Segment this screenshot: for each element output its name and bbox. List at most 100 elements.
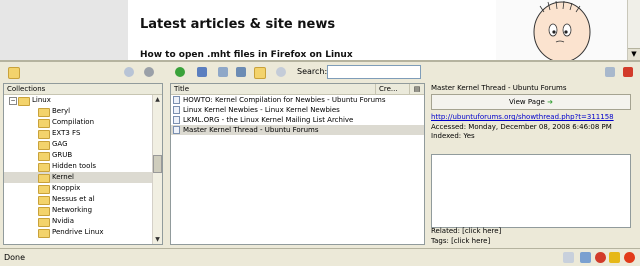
- scroll-up-icon[interactable]: ▲: [153, 95, 162, 104]
- status-bar: Done: [0, 248, 640, 266]
- collection-item-label: Kernel: [52, 173, 74, 181]
- collections-pane: Collections − Linux Beryl Compilation EXT3 F…: [3, 83, 163, 245]
- collection-item[interactable]: Nvidia: [4, 216, 162, 227]
- document-icon: [173, 96, 180, 104]
- detail-title: Master Kernel Thread - Ubuntu Forums: [431, 84, 567, 92]
- collections-header[interactable]: Collections: [4, 84, 162, 95]
- article-title: LKML.ORG - the Linux Kernel Mailing List…: [183, 116, 354, 124]
- collection-item[interactable]: GAG: [4, 139, 162, 150]
- collection-item-label: Linux: [32, 96, 51, 104]
- save-icon[interactable]: [195, 65, 209, 79]
- folder-icon: [38, 152, 50, 161]
- minimize-panel-icon[interactable]: [603, 65, 617, 79]
- collection-item-label: Knoppix: [52, 184, 81, 192]
- folder-icon: [38, 130, 50, 139]
- folder-icon: [38, 229, 50, 238]
- folder-open-icon[interactable]: [252, 65, 266, 79]
- tags-link[interactable]: Tags: [click here]: [431, 237, 490, 245]
- close-icon[interactable]: [621, 65, 635, 79]
- collection-item[interactable]: EXT3 FS: [4, 128, 162, 139]
- stop-script-icon[interactable]: [595, 252, 606, 263]
- adblock-icon[interactable]: [624, 252, 635, 263]
- pencil-icon[interactable]: [609, 252, 620, 263]
- indexed-status: Indexed: Yes: [431, 132, 475, 140]
- document-icon: [173, 106, 180, 114]
- document-icon: [173, 126, 180, 134]
- folder-icon: [18, 97, 30, 106]
- scroll-down-icon[interactable]: ▼: [628, 48, 640, 60]
- webpage-scrollbar[interactable]: ▼: [627, 0, 640, 60]
- new-collection-icon[interactable]: [6, 65, 20, 79]
- column-picker-icon[interactable]: ▤: [409, 84, 424, 94]
- sidebar-toggle-icon[interactable]: [580, 252, 591, 263]
- articles-column-header: Title Cre... ▤: [171, 84, 424, 95]
- collection-item-label: Nvidia: [52, 217, 75, 225]
- collection-item[interactable]: Networking: [4, 205, 162, 216]
- capture-selection-icon[interactable]: [234, 65, 248, 79]
- webpage-left-column: [0, 0, 128, 60]
- related-link[interactable]: Related: [click here]: [431, 227, 501, 235]
- folder-icon: [38, 141, 50, 150]
- collapse-icon[interactable]: −: [9, 97, 17, 105]
- folder-icon: [38, 207, 50, 216]
- folder-icon: [38, 163, 50, 172]
- scroll-down-icon[interactable]: ▼: [153, 235, 162, 244]
- capture-page-icon[interactable]: [216, 65, 230, 79]
- created-column-header[interactable]: Cre...: [375, 84, 398, 94]
- document-icon: [173, 116, 180, 124]
- collection-item-label: EXT3 FS: [52, 129, 81, 137]
- title-column-header[interactable]: Title: [174, 85, 189, 93]
- collection-item-label: Hidden tools: [52, 162, 96, 170]
- collection-item[interactable]: Pendrive Linux: [4, 227, 162, 238]
- articles-pane: Title Cre... ▤ HOWTO: Kernel Compilation…: [170, 83, 425, 245]
- article-row[interactable]: Master Kernel Thread - Ubuntu Forums: [171, 125, 424, 135]
- search-label: Search:: [297, 67, 328, 76]
- collection-item[interactable]: Compilation: [4, 117, 162, 128]
- collection-item[interactable]: Nessus et al: [4, 194, 162, 205]
- collection-item[interactable]: Knoppix: [4, 183, 162, 194]
- status-text: Done: [4, 253, 26, 262]
- article-row[interactable]: HOWTO: Kernel Compilation for Newbies - …: [171, 95, 424, 105]
- article-title: Master Kernel Thread - Ubuntu Forums: [183, 126, 319, 134]
- cartoon-face-image: [496, 0, 628, 60]
- article-row[interactable]: LKML.ORG - the Linux Kernel Mailing List…: [171, 115, 424, 125]
- view-page-label: View Page: [509, 98, 545, 106]
- article-row[interactable]: Linux Kernel Newbies - Linux Kernel Newb…: [171, 105, 424, 115]
- collections-scrollbar[interactable]: ▲ ▼: [152, 95, 162, 244]
- collection-item[interactable]: Beryl: [4, 106, 162, 117]
- collection-item-label: Nessus et al: [52, 195, 95, 203]
- settings-gear-icon[interactable]: [142, 65, 156, 79]
- find-icon[interactable]: [274, 65, 288, 79]
- arrow-right-icon: ➜: [547, 98, 553, 106]
- collection-item-label: GRUB: [52, 151, 73, 159]
- collection-item-label: Compilation: [52, 118, 95, 126]
- collection-item-label: GAG: [52, 140, 68, 148]
- collection-item-label: Beryl: [52, 107, 71, 115]
- article-title: Linux Kernel Newbies - Linux Kernel Newb…: [183, 106, 340, 114]
- webpage-content: Latest articles & site news How to open …: [0, 0, 640, 60]
- folder-icon: [38, 185, 50, 194]
- accessed-date: Accessed: Monday, December 08, 2008 6:46…: [431, 123, 612, 131]
- collection-item[interactable]: GRUB: [4, 150, 162, 161]
- view-page-button[interactable]: View Page ➜: [431, 94, 631, 110]
- add-icon[interactable]: [173, 65, 187, 79]
- collection-item[interactable]: − Linux: [4, 95, 162, 106]
- collection-item[interactable]: Hidden tools: [4, 161, 162, 172]
- collection-item-label: Pendrive Linux: [52, 228, 104, 236]
- page-info-icon[interactable]: [563, 252, 574, 263]
- article-title: HOWTO: Kernel Compilation for Newbies - …: [183, 96, 386, 104]
- scroll-thumb[interactable]: [153, 155, 162, 173]
- detail-pane: Master Kernel Thread - Ubuntu Forums Vie…: [428, 82, 636, 245]
- folder-icon: [38, 108, 50, 117]
- folder-icon: [38, 196, 50, 205]
- sidebar-toolbar: Search:: [0, 62, 640, 82]
- detail-url-link[interactable]: http://ubuntuforums.org/showthread.php?t…: [431, 113, 614, 121]
- search-input[interactable]: [327, 65, 421, 79]
- folder-icon: [38, 174, 50, 183]
- notes-area[interactable]: [431, 154, 631, 228]
- webpage-heading: Latest articles & site news: [140, 17, 336, 32]
- properties-icon[interactable]: [122, 65, 136, 79]
- webpage-article-link[interactable]: How to open .mht files in Firefox on Lin…: [140, 50, 353, 60]
- collection-item[interactable]: Kernel: [4, 172, 162, 183]
- folder-icon: [38, 218, 50, 227]
